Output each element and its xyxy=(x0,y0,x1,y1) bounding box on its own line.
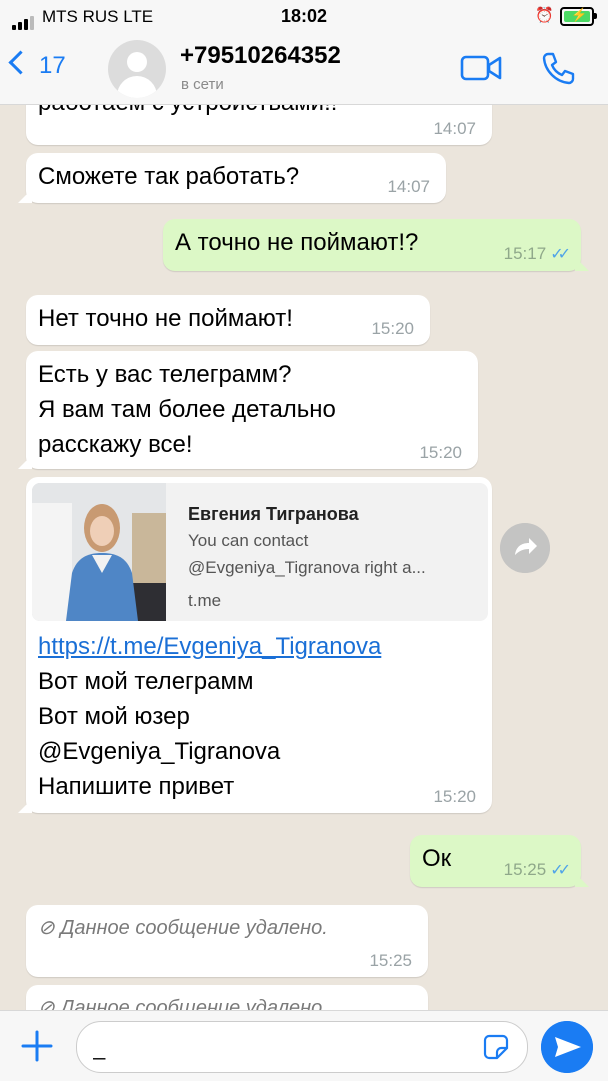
phone-icon[interactable] xyxy=(540,50,576,86)
message-incoming[interactable]: Есть у вас телеграмм? Я вам там более де… xyxy=(18,351,478,469)
message-text: работаем с устройствами!! xyxy=(38,105,337,120)
message-text-line: Вот мой юзер xyxy=(38,703,190,730)
message-text-line: Напишите привет xyxy=(38,773,235,800)
sticker-icon[interactable] xyxy=(483,1034,509,1060)
plus-icon[interactable] xyxy=(20,1029,54,1063)
message-text: А точно не поймают!? xyxy=(175,229,419,256)
back-chevron-icon xyxy=(8,50,33,75)
video-call-icon[interactable] xyxy=(460,54,502,82)
deleted-icon: ⊘ xyxy=(38,997,55,1010)
message-input-wrapper[interactable] xyxy=(76,1021,528,1073)
message-time: 15:17 xyxy=(503,244,547,263)
avatar[interactable] xyxy=(108,40,166,98)
composer-bar xyxy=(0,1010,608,1081)
contact-status: в сети xyxy=(181,76,224,93)
message-meta: 15:25 ✓✓ xyxy=(503,860,571,881)
message-time: 15:25 xyxy=(369,951,412,970)
read-ticks-icon: ✓✓ xyxy=(550,862,571,879)
profile-photo-thumbnail xyxy=(32,483,166,621)
link-preview[interactable]: Евгения Тигранова You can contact @Evgen… xyxy=(32,483,488,621)
message-meta: 15:17 ✓✓ xyxy=(503,244,571,265)
deleted-text: Данное сообщение удалено. xyxy=(60,917,328,939)
back-button[interactable]: 17 xyxy=(8,50,66,80)
link-preview-domain: t.me xyxy=(188,591,222,610)
message-input[interactable] xyxy=(91,1032,475,1064)
deleted-message-row: ⊘ Данное сообщение удалено. xyxy=(38,911,328,946)
message-text: Ок xyxy=(422,845,452,872)
message-deleted[interactable]: ⊘ Данное сообщение удалено. 15:25 xyxy=(26,905,428,977)
message-text-line: расскажу все! xyxy=(38,431,193,458)
deleted-message-row: ⊘ Данное сообщение удалено. xyxy=(38,991,328,1010)
message-time: 15:20 xyxy=(371,319,414,338)
battery-icon: ⚡ xyxy=(560,7,597,26)
message-outgoing[interactable]: А точно не поймают!? 15:17 ✓✓ xyxy=(163,219,589,271)
message-text-line: Я вам там более детально xyxy=(38,396,336,423)
deleted-text: Данное сообщение удалено. xyxy=(60,997,328,1010)
forward-icon[interactable] xyxy=(500,523,550,573)
chat-header: 17 +79510264352 в сети xyxy=(0,34,608,105)
message-incoming-link[interactable]: Евгения Тигранова You can contact @Evgen… xyxy=(18,477,492,813)
message-deleted[interactable]: ⊘ Данное сообщение удалено. xyxy=(26,985,428,1010)
clock: 18:02 xyxy=(280,6,328,26)
message-time: 15:20 xyxy=(433,787,476,806)
message-time: 14:07 xyxy=(387,177,430,196)
message-incoming[interactable]: работаем с устройствами!! 14:07 xyxy=(26,105,492,145)
message-text: Сможете так работать? xyxy=(38,163,300,190)
message-text-line: Вот мой телеграмм xyxy=(38,668,254,695)
message-incoming[interactable]: Сможете так работать? 14:07 xyxy=(18,153,446,203)
message-time: 14:07 xyxy=(433,119,476,138)
alarm-icon: ⏰ xyxy=(535,7,554,24)
unread-count: 17 xyxy=(39,52,66,79)
message-text-line: Есть у вас телеграмм? xyxy=(38,361,292,388)
contact-name[interactable]: +79510264352 xyxy=(180,42,341,70)
message-outgoing[interactable]: Ок 15:25 ✓✓ xyxy=(410,835,589,887)
message-time: 15:25 xyxy=(503,860,547,879)
deleted-icon: ⊘ xyxy=(38,917,55,939)
send-icon[interactable] xyxy=(541,1021,593,1073)
message-time: 15:20 xyxy=(419,443,462,462)
message-text-line: @Evgeniya_Tigranova xyxy=(38,738,281,765)
read-ticks-icon: ✓✓ xyxy=(550,246,571,263)
link-preview-description: You can contact @Evgeniya_Tigranova righ… xyxy=(188,531,426,577)
message-incoming[interactable]: Нет точно не поймают! 15:20 xyxy=(26,295,430,345)
message-text: Нет точно не поймают! xyxy=(38,305,293,332)
status-bar: MTS RUS LTE 18:02 ⏰ ⚡ xyxy=(0,0,608,34)
message-link[interactable]: https://t.me/Evgeniya_Tigranova xyxy=(38,629,381,664)
